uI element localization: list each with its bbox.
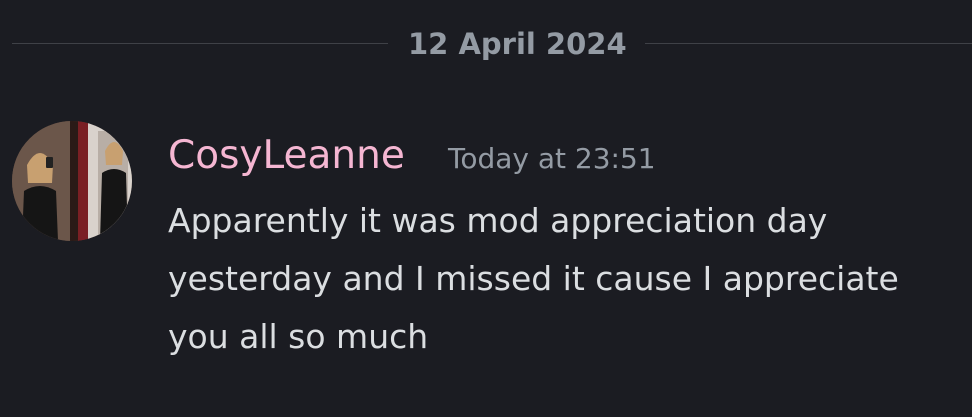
message-author[interactable]: CosyLeanne <box>168 132 405 180</box>
user-avatar[interactable] <box>12 121 132 241</box>
divider-line-right <box>645 43 972 44</box>
divider-line-left <box>12 43 388 44</box>
chat-message: CosyLeanne Today at 23:51 Apparently it … <box>0 110 972 370</box>
date-divider: 12 April 2024 <box>12 22 972 66</box>
date-divider-label: 12 April 2024 <box>408 27 627 61</box>
message-content: Apparently it was mod appreciation day y… <box>168 201 899 356</box>
message-timestamp: Today at 23:51 <box>448 142 656 175</box>
avatar-photo-icon <box>12 121 132 241</box>
